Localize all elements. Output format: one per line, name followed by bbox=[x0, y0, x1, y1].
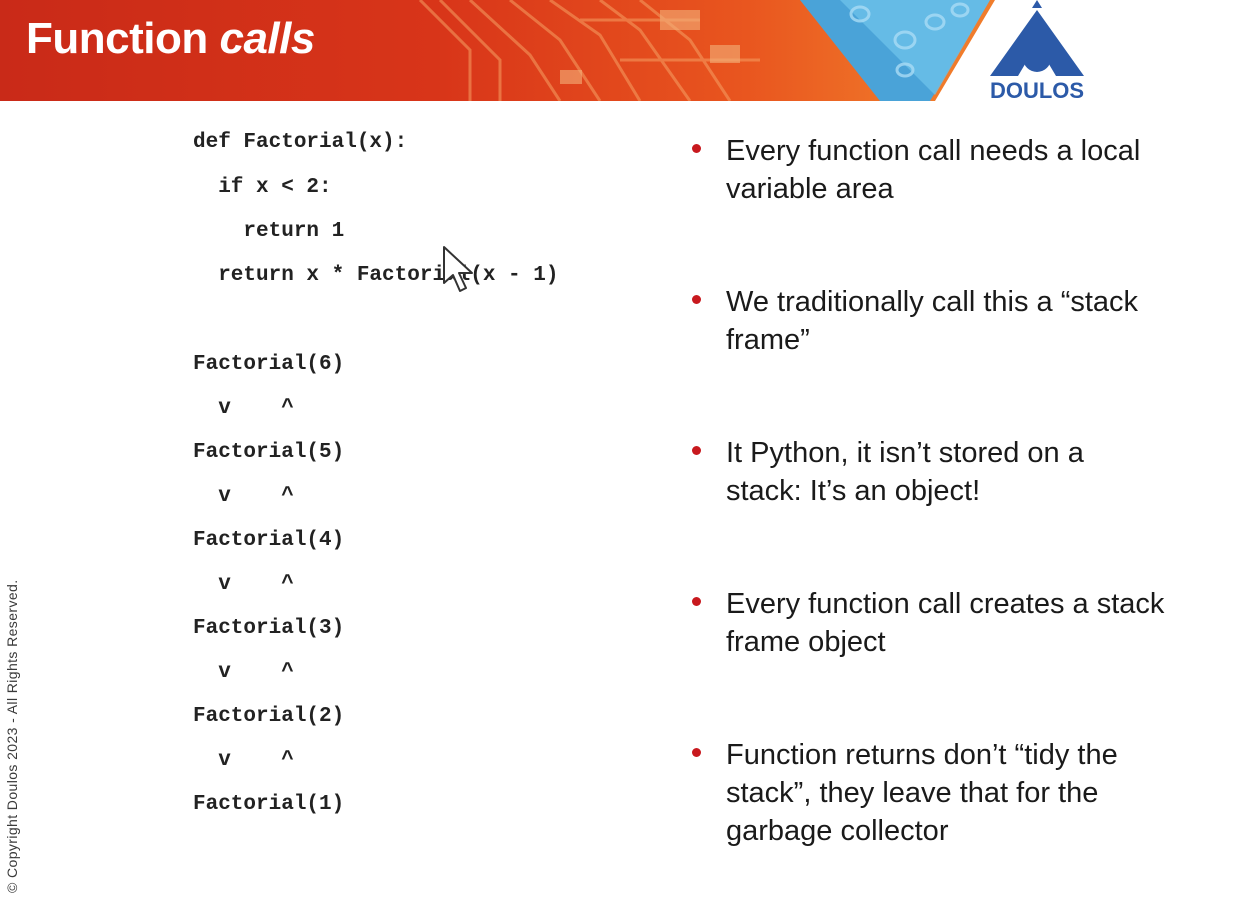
code-line: return x * Factorial(x - 1) bbox=[193, 264, 559, 287]
trace-line: Factorial(2) bbox=[193, 705, 345, 728]
trace-line: v ^ bbox=[193, 749, 294, 772]
copyright-notice: © Copyright Doulos 2023 - All Rights Res… bbox=[4, 579, 20, 893]
bullet-dot-icon bbox=[692, 295, 701, 304]
trace-line: Factorial(4) bbox=[193, 529, 345, 552]
logo-text: DOULOS bbox=[989, 78, 1085, 103]
bullet-dot-icon bbox=[692, 144, 701, 153]
code-line: def Factorial(x): bbox=[193, 131, 408, 154]
bullet-text: We traditionally call this a “stack fram… bbox=[726, 286, 1139, 356]
trace-line: v ^ bbox=[193, 485, 294, 508]
bullet-text: Function returns don’t “tidy the stack”,… bbox=[726, 739, 1118, 847]
slide-title: Function calls bbox=[26, 14, 315, 63]
bullet-dot-icon bbox=[692, 446, 701, 455]
bullet-text: Every function call needs a local variab… bbox=[726, 135, 1141, 205]
bullet-dot-icon bbox=[692, 597, 701, 606]
bullet-text: Every function call creates a stack fram… bbox=[726, 588, 1165, 658]
trace-line: Factorial(3) bbox=[193, 617, 345, 640]
trace-line: Factorial(5) bbox=[193, 441, 345, 464]
trace-line: v ^ bbox=[193, 573, 294, 596]
trace-line: Factorial(6) bbox=[193, 353, 345, 376]
trace-line: v ^ bbox=[193, 397, 294, 420]
bullet-text: It Python, it isn’t stored on a stack: I… bbox=[726, 437, 1084, 507]
trace-line: v ^ bbox=[193, 661, 294, 684]
slide-title-emphasis: calls bbox=[219, 14, 315, 63]
code-line: return 1 bbox=[193, 220, 345, 243]
trace-line: Factorial(1) bbox=[193, 793, 345, 816]
bullet-dot-icon bbox=[692, 748, 701, 757]
mouse-pointer-icon bbox=[443, 246, 473, 292]
code-line: if x < 2: bbox=[193, 176, 332, 199]
